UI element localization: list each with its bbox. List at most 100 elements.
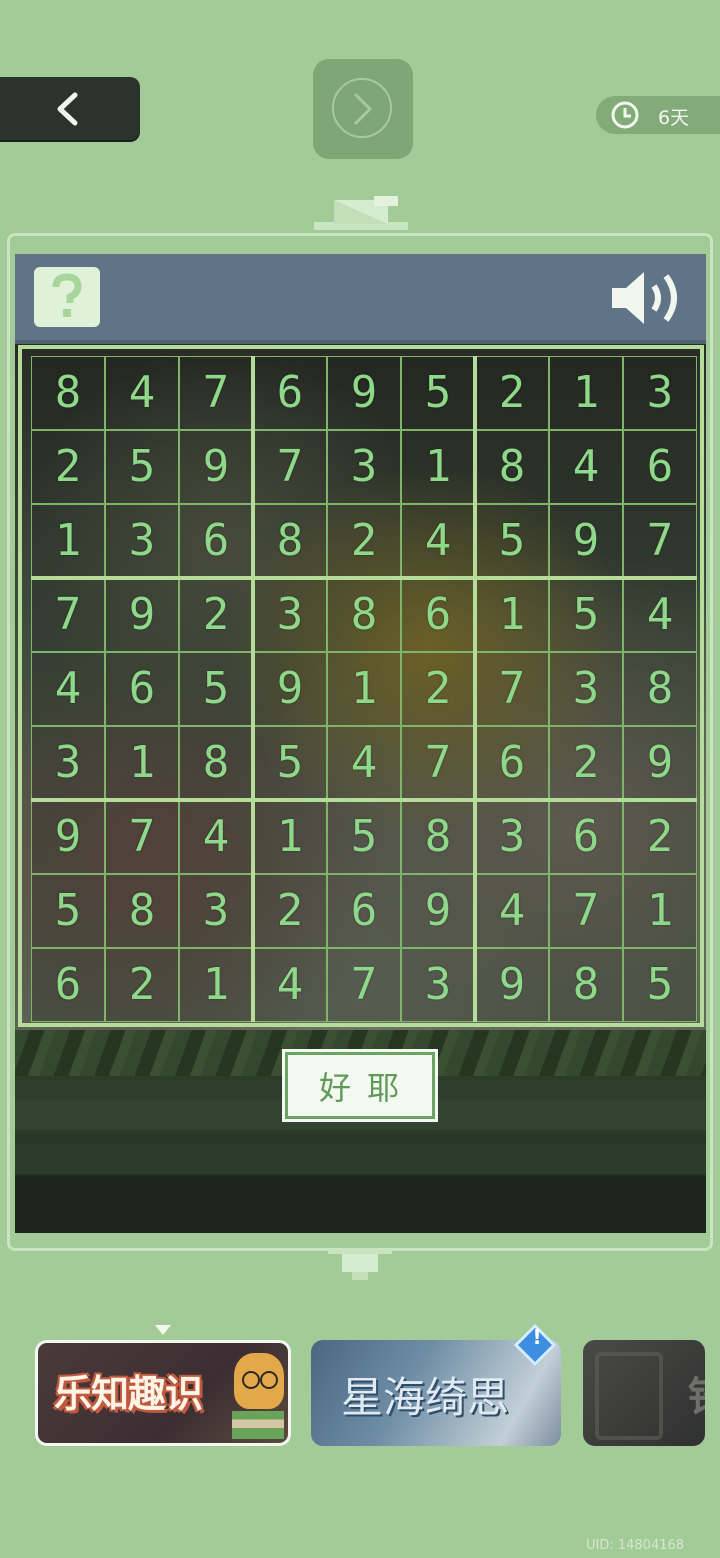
sudoku-cell[interactable]: 8 [253,504,327,578]
sudoku-cell[interactable]: 8 [179,726,253,800]
sudoku-cell[interactable]: 9 [105,578,179,652]
sudoku-cell[interactable]: 4 [253,948,327,1022]
scene-ground-band [15,1176,706,1233]
game-card-1[interactable]: 乐知趣识 [35,1340,291,1446]
sudoku-cell[interactable]: 6 [179,504,253,578]
sudoku-cell[interactable]: 1 [31,504,105,578]
sudoku-cell[interactable]: 1 [105,726,179,800]
sudoku-cell[interactable]: 8 [623,652,697,726]
sudoku-cell[interactable]: 7 [327,948,401,1022]
emblem-icon [595,1352,663,1440]
sudoku-cell[interactable]: 4 [327,726,401,800]
sudoku-cell[interactable]: 7 [253,430,327,504]
sudoku-cell[interactable]: 1 [179,948,253,1022]
chevron-right-icon [354,93,372,125]
sudoku-cell[interactable]: 1 [475,578,549,652]
sudoku-cell[interactable]: 6 [105,652,179,726]
sudoku-cell[interactable]: 3 [475,800,549,874]
sudoku-cell[interactable]: 6 [623,430,697,504]
sudoku-cell[interactable]: 6 [253,356,327,430]
sudoku-cell[interactable]: 7 [31,578,105,652]
sudoku-cell[interactable]: 2 [623,800,697,874]
sudoku-cell[interactable]: 8 [105,874,179,948]
speaker-icon[interactable] [608,266,686,330]
sudoku-cell[interactable]: 8 [475,430,549,504]
sudoku-cell[interactable]: 5 [623,948,697,1022]
question-icon[interactable] [34,267,100,327]
sudoku-cell[interactable]: 3 [401,948,475,1022]
sudoku-cell[interactable]: 8 [549,948,623,1022]
sudoku-cell[interactable]: 6 [401,578,475,652]
sudoku-cell[interactable]: 2 [549,726,623,800]
game-card-2[interactable]: 星海绮思 [311,1340,561,1446]
sudoku-cell[interactable]: 3 [623,356,697,430]
sudoku-cell[interactable]: 9 [327,356,401,430]
sudoku-cell[interactable]: 5 [105,430,179,504]
sudoku-cell[interactable]: 6 [549,800,623,874]
box-divider-v2 [473,356,477,1022]
sudoku-cell[interactable]: 5 [31,874,105,948]
sudoku-cell[interactable]: 5 [253,726,327,800]
sudoku-cell[interactable]: 4 [549,430,623,504]
sudoku-cell[interactable]: 3 [105,504,179,578]
sudoku-cell[interactable]: 1 [623,874,697,948]
user-id-label: UID: 14804168 [586,1538,685,1553]
sudoku-cell[interactable]: 4 [475,874,549,948]
sudoku-cell[interactable]: 4 [105,356,179,430]
timer-label: 6天 [658,107,690,129]
sudoku-cell[interactable]: 8 [327,578,401,652]
sudoku-cell[interactable]: 5 [327,800,401,874]
sudoku-cell[interactable]: 9 [253,652,327,726]
sudoku-cell[interactable]: 5 [475,504,549,578]
sudoku-cell[interactable]: 9 [475,948,549,1022]
back-button[interactable] [0,77,140,140]
sudoku-cell[interactable]: 9 [549,504,623,578]
sudoku-cell[interactable]: 6 [31,948,105,1022]
sudoku-cell[interactable]: 3 [179,874,253,948]
sudoku-cell[interactable]: 7 [549,874,623,948]
sudoku-cell[interactable]: 1 [253,800,327,874]
sudoku-cell[interactable]: 7 [179,356,253,430]
sudoku-cell[interactable]: 2 [31,430,105,504]
sudoku-cell[interactable]: 2 [475,356,549,430]
sudoku-cell[interactable]: 4 [401,504,475,578]
sudoku-cell[interactable]: 2 [253,874,327,948]
sudoku-cell[interactable]: 7 [401,726,475,800]
books-icon [232,1411,284,1439]
sudoku-cell[interactable]: 2 [327,504,401,578]
puzzle-image: 8476952132597318461368245977923861544659… [15,344,706,1030]
sudoku-cell[interactable]: 7 [623,504,697,578]
sudoku-cell[interactable]: 6 [327,874,401,948]
sudoku-cell[interactable]: 3 [327,430,401,504]
sudoku-cell[interactable]: 4 [179,800,253,874]
sudoku-cell[interactable]: 9 [31,800,105,874]
sudoku-cell[interactable]: 8 [401,800,475,874]
sudoku-cell[interactable]: 8 [31,356,105,430]
sudoku-cell[interactable]: 6 [475,726,549,800]
sudoku-cell[interactable]: 2 [105,948,179,1022]
sudoku-cell[interactable]: 5 [179,652,253,726]
sudoku-cell[interactable]: 4 [623,578,697,652]
sudoku-cell[interactable]: 5 [401,356,475,430]
box-divider-v1 [251,356,255,1022]
sudoku-cell[interactable]: 9 [623,726,697,800]
sudoku-cell[interactable]: 3 [31,726,105,800]
confirm-button[interactable]: 好耶 [282,1049,438,1122]
sudoku-cell[interactable]: 2 [179,578,253,652]
box-divider-h2 [31,798,697,802]
sudoku-cell[interactable]: 1 [549,356,623,430]
sudoku-cell[interactable]: 9 [401,874,475,948]
sudoku-cell[interactable]: 9 [179,430,253,504]
sudoku-cell[interactable]: 3 [253,578,327,652]
sudoku-cell[interactable]: 1 [401,430,475,504]
sudoku-cell[interactable]: 4 [31,652,105,726]
next-button[interactable] [313,59,413,159]
sudoku-cell[interactable]: 5 [549,578,623,652]
sudoku-cell[interactable]: 7 [475,652,549,726]
sudoku-cell[interactable]: 1 [327,652,401,726]
panel-header [15,254,706,344]
game-card-3[interactable]: 铅 [583,1340,705,1446]
sudoku-cell[interactable]: 2 [401,652,475,726]
sudoku-cell[interactable]: 3 [549,652,623,726]
sudoku-cell[interactable]: 7 [105,800,179,874]
